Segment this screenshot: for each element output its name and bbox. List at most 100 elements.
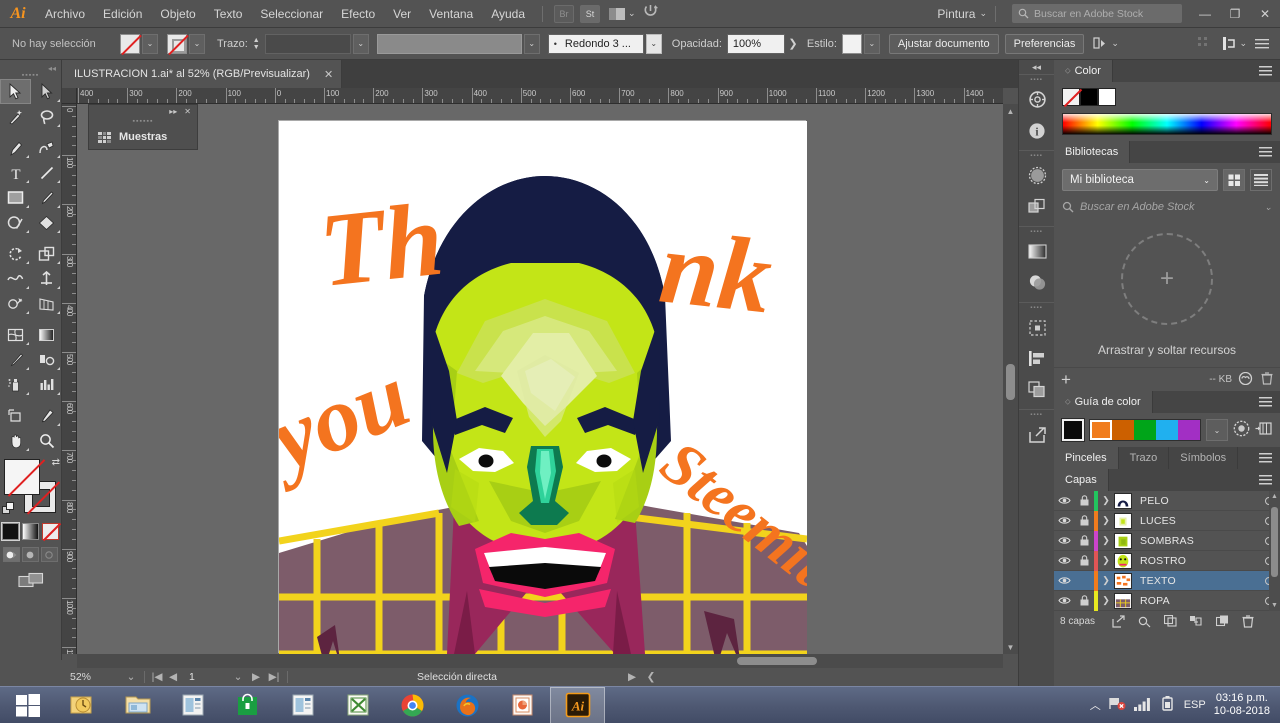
layer-row[interactable]: ❯ SOMBRAS [1054,530,1280,551]
gradient-tool[interactable] [31,322,62,347]
horizontal-scroll-thumb[interactable] [737,657,817,665]
layer-expand-chevron-icon[interactable]: ❯ [1098,575,1114,586]
taskbar-file-explorer[interactable] [110,687,165,723]
taskbar-store[interactable] [220,687,275,723]
signal-icon[interactable] [1133,697,1151,714]
next-artboard-icon[interactable]: ▶ [247,671,265,683]
stroke-weight-stepper[interactable]: ▲ ▼ [251,37,262,51]
fill-swatch-tool[interactable] [4,459,40,495]
brush-definition-chevron-icon[interactable]: ⌄ [645,33,662,54]
library-list-view-button[interactable] [1250,169,1272,191]
libraries-panel-menu-icon[interactable] [1251,141,1280,163]
collect-in-new-layer-icon[interactable] [1183,615,1209,627]
taskbar-powerpoint[interactable] [495,687,550,723]
library-delete-icon[interactable] [1261,371,1273,388]
eyedropper-tool[interactable] [0,347,31,372]
export-panel-icon[interactable] [1019,419,1055,450]
scroll-down-icon[interactable]: ▼ [1003,640,1018,654]
tab-smbolos[interactable]: Símbolos [1169,447,1239,469]
draw-normal-icon[interactable] [3,547,20,562]
stock-button[interactable]: St [580,4,601,23]
curvature-tool[interactable] [31,135,62,160]
document-info-panel-icon[interactable]: i [1019,115,1055,146]
color-guide-harmony-swatch[interactable] [1112,420,1134,440]
color-black-swatch[interactable] [1080,88,1098,106]
layer-visibility-icon[interactable] [1054,516,1074,525]
color-guide-base-swatch[interactable] [1061,418,1085,442]
locate-object-icon[interactable] [1105,614,1131,628]
window-restore-button[interactable]: ❐ [1220,0,1250,28]
save-color-group-icon[interactable] [1255,421,1272,439]
layer-lock-icon[interactable] [1074,555,1094,566]
swap-fill-stroke-icon[interactable]: ⇄ [52,457,60,468]
layer-visibility-icon[interactable] [1054,496,1074,505]
style-chevron-icon[interactable]: ⌄ [863,33,880,54]
layer-row[interactable]: ❯ PELO [1054,490,1280,511]
workspace-switch-icon[interactable] [636,3,665,24]
appearance-panel-icon[interactable] [1019,160,1055,191]
layer-lock-icon[interactable] [1074,595,1094,606]
color-guide-harmony-swatch[interactable] [1090,420,1112,440]
brushes-panel-menu-icon[interactable] [1251,447,1280,469]
color-white-swatch[interactable] [1098,88,1116,106]
menu-edicion[interactable]: Edición [94,0,151,28]
brush-definition-field[interactable]: • Redondo 3 ... [547,33,644,54]
scale-tool[interactable] [31,241,62,266]
create-sublayer-icon[interactable] [1157,615,1183,627]
preferences-button[interactable]: Preferencias [1004,33,1085,54]
layer-expand-chevron-icon[interactable]: ❯ [1098,595,1114,606]
rectangle-tool[interactable] [0,185,31,210]
last-artboard-icon[interactable]: ▶| [265,671,283,683]
zoom-chevron-icon[interactable]: ⌄ [122,671,140,683]
taskbar-outlook[interactable] [55,687,110,723]
battery-icon[interactable] [1159,696,1176,714]
layers-scroll-down-icon[interactable]: ▼ [1269,600,1280,611]
taskbar-firefox[interactable] [440,687,495,723]
dock-group-3-grip[interactable]: ▪▪▪▪ [1019,229,1054,236]
layer-visibility-icon[interactable] [1054,576,1074,585]
dock-group-2-grip[interactable]: ▪▪▪▪ [1019,153,1054,160]
color-none-swatch[interactable] [1062,88,1080,106]
tools-panel-grip[interactable]: ▪▪▪▪▪ [0,72,61,79]
draw-inside-icon[interactable] [41,547,58,562]
line-segment-tool[interactable] [31,160,62,185]
color-guide-harmony-swatch[interactable] [1156,420,1178,440]
opacity-field[interactable]: 100% [726,33,785,54]
opacity-expand-icon[interactable]: ❯ [785,37,801,50]
creative-cloud-icon[interactable] [1238,371,1253,388]
rotate-tool[interactable] [0,241,31,266]
fit-document-button[interactable]: Ajustar documento [888,33,999,54]
taskbar-chrome[interactable] [385,687,440,723]
layer-row[interactable]: ❯ ROSTRO [1054,550,1280,571]
swatches-panel-item[interactable]: Muestras [89,126,197,148]
screen-mode-button[interactable] [0,572,61,589]
layer-row[interactable]: ❯ LUCES [1054,510,1280,531]
swatches-close-icon[interactable]: ✕ [184,107,191,116]
layer-expand-chevron-icon[interactable]: ❯ [1098,515,1114,526]
color-guide-menu-icon[interactable] [1251,391,1280,413]
symbol-sprayer-tool[interactable] [0,372,31,397]
layer-lock-icon[interactable] [1074,515,1094,526]
tab-pinceles[interactable]: Pinceles [1054,447,1119,469]
layer-visibility-icon[interactable] [1054,556,1074,565]
layer-visibility-icon[interactable] [1054,536,1074,545]
paintbrush-tool[interactable] [31,185,62,210]
horizontal-ruler[interactable]: 400 300 200 100 0 100 200 300 400 500 600 700 800 900… [77,88,1003,104]
make-clipping-mask-icon[interactable] [1131,615,1157,628]
tab-guia-de-color[interactable]: ⬦ Guía de color [1054,391,1153,413]
width-tool[interactable] [0,266,31,291]
mesh-tool[interactable] [0,322,31,347]
dock-group-1-grip[interactable]: ▪▪▪▪ [1019,77,1054,84]
menu-objeto[interactable]: Objeto [151,0,204,28]
align-panel-icon[interactable] [1019,343,1055,374]
type-tool[interactable]: T [0,160,31,185]
layers-panel-menu-icon[interactable] [1251,469,1280,491]
color-guide-harmony-swatch[interactable] [1134,420,1156,440]
layer-visibility-icon[interactable] [1054,596,1074,605]
menu-archivo[interactable]: Archivo [36,0,94,28]
hand-tool[interactable] [0,428,31,453]
bridge-button[interactable]: Br [554,4,575,23]
direct-selection-tool[interactable] [31,79,62,104]
variable-width-profile-field[interactable] [376,33,522,54]
fill-dropdown-chevron-icon[interactable]: ⌄ [142,33,158,54]
